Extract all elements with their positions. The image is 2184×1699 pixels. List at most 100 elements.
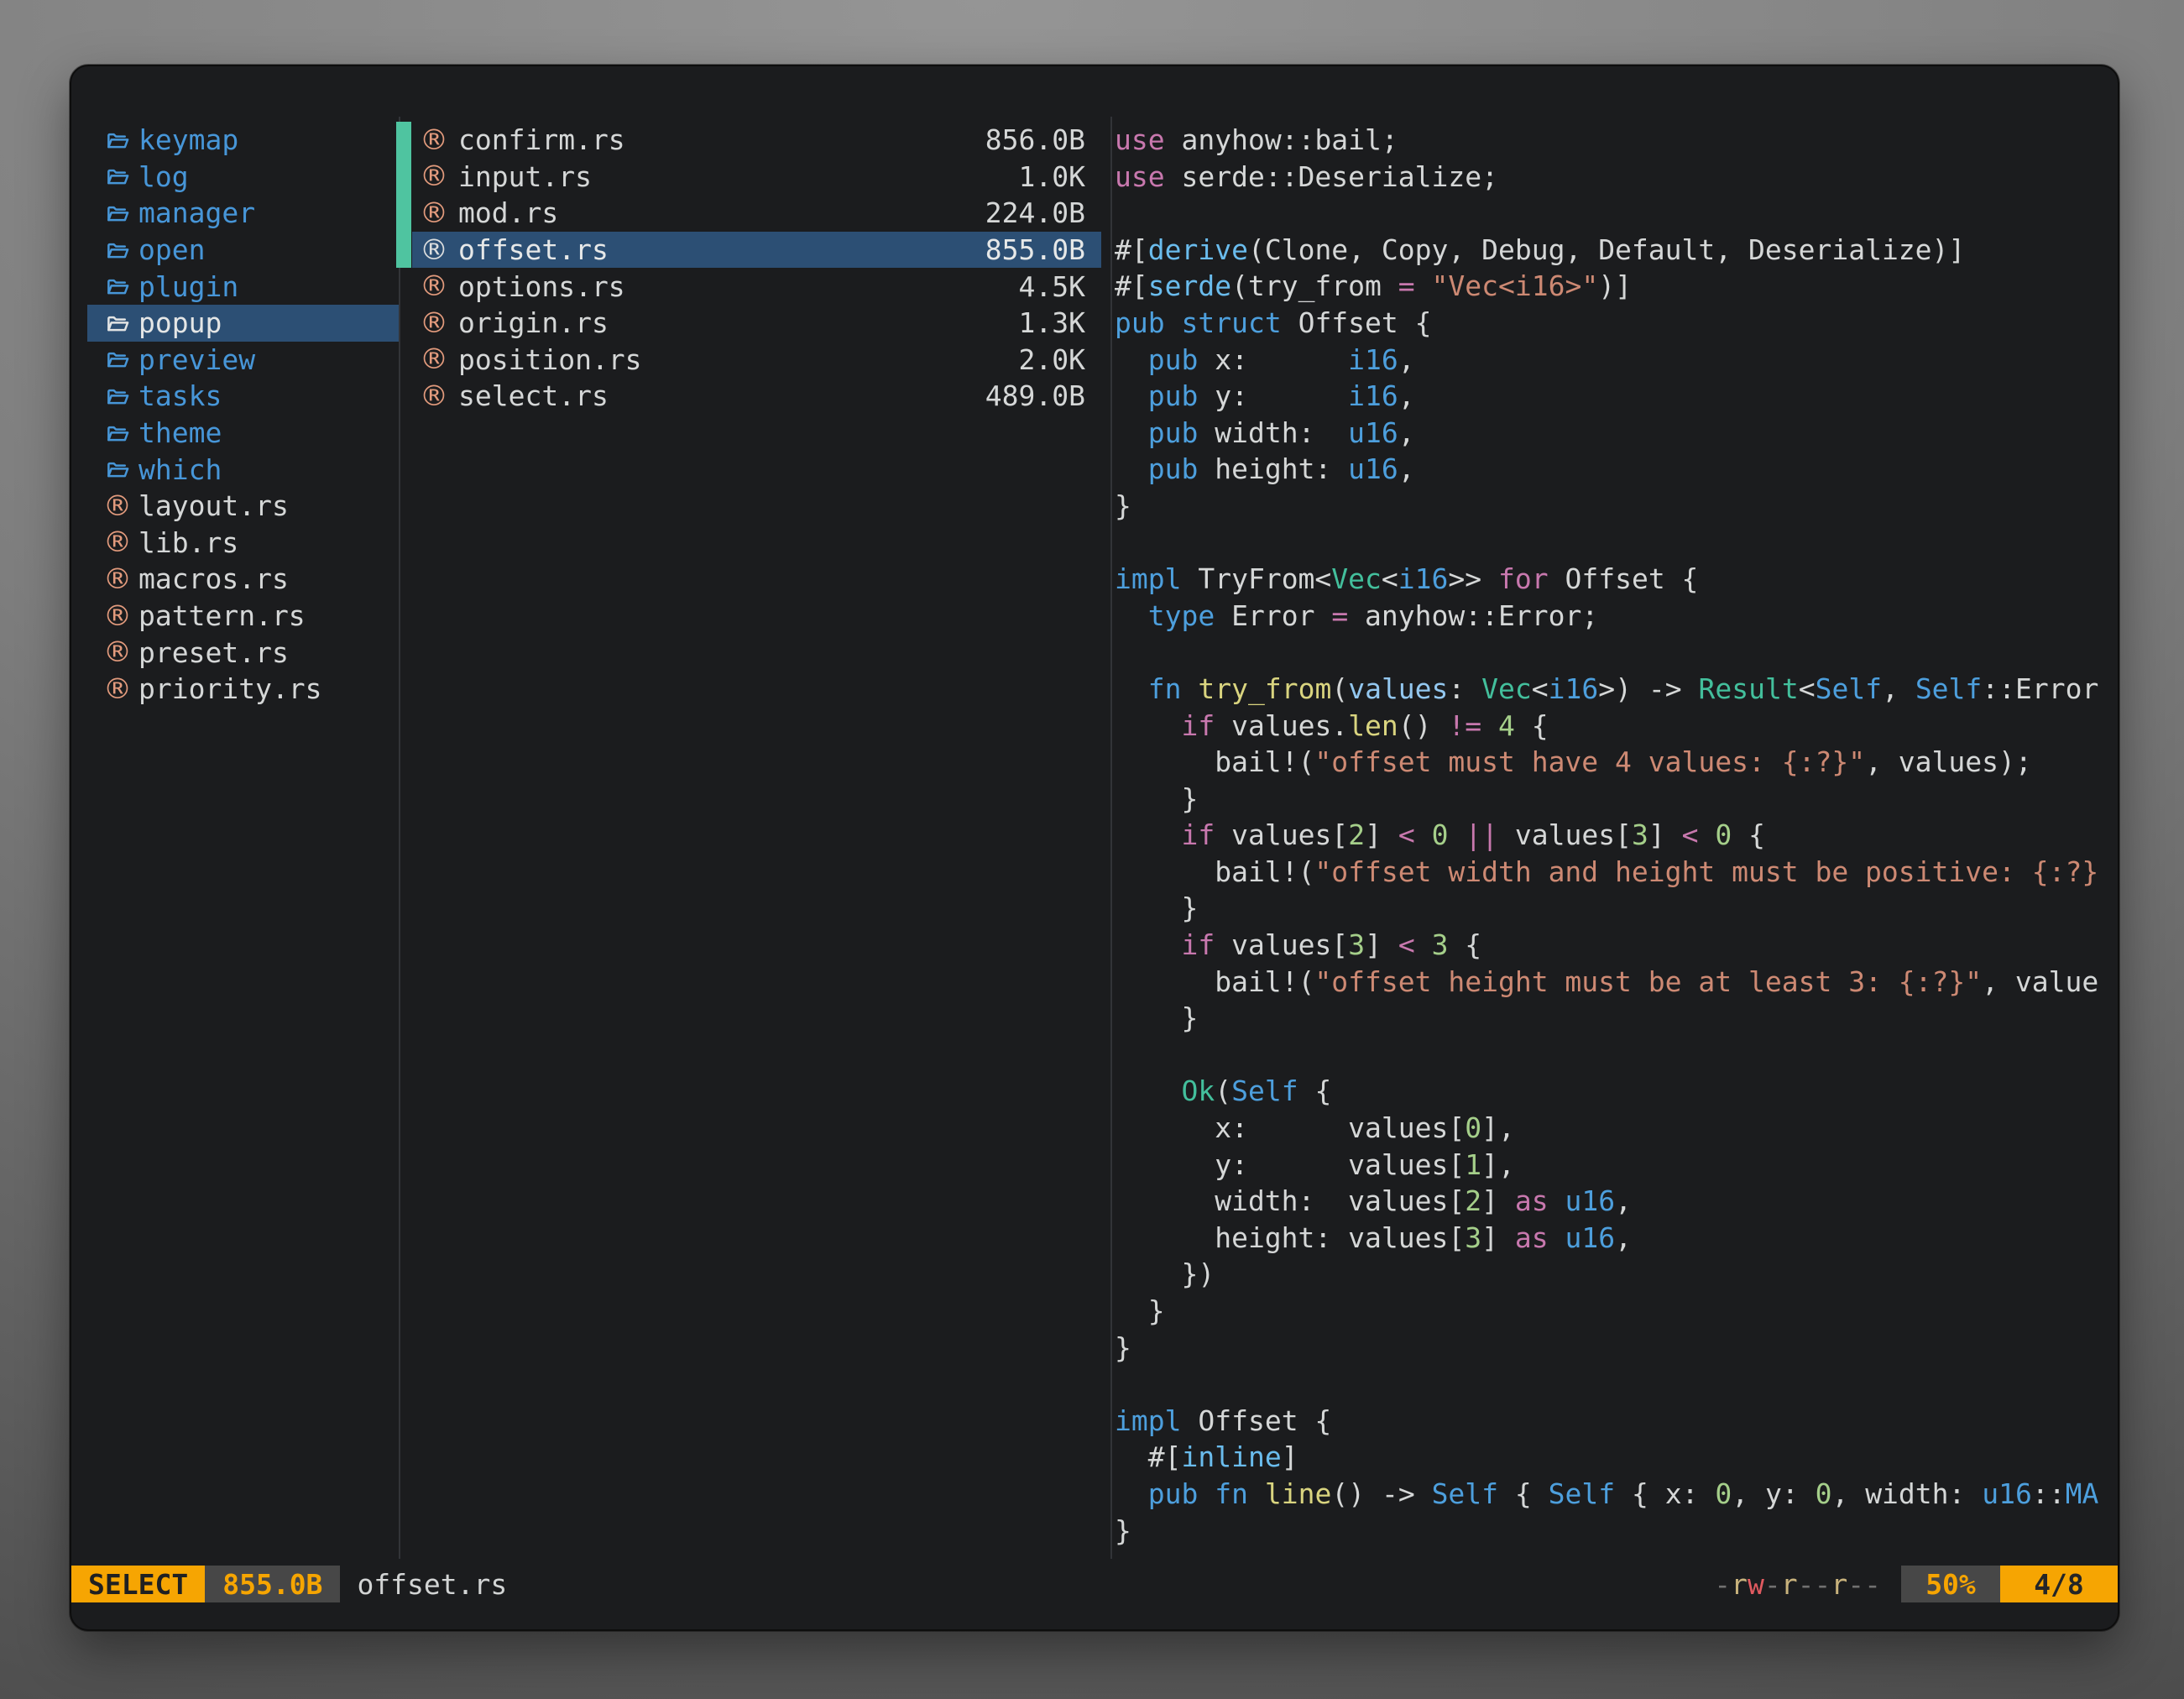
selection-marker xyxy=(396,232,411,269)
dir-item-log[interactable]: log xyxy=(87,159,399,196)
item-label: confirm.rs xyxy=(458,123,625,156)
folder-open-icon xyxy=(105,201,130,226)
file-item-confirm.rs[interactable]: ®confirm.rs856.0B xyxy=(412,122,1101,159)
file-row-wrap: ®origin.rs1.3K xyxy=(396,305,1110,342)
file-item-priority.rs[interactable]: ®priority.rs xyxy=(87,671,399,708)
code-line: } xyxy=(1115,1330,2118,1367)
dir-item-preview[interactable]: preview xyxy=(87,342,399,379)
item-label: layout.rs xyxy=(138,489,289,522)
file-item-position.rs[interactable]: ® position.rs 2.0K xyxy=(412,342,1101,379)
item-label: keymap xyxy=(138,123,238,156)
file-size: 1.3K xyxy=(1019,306,1085,339)
file-item-offset.rs[interactable]: ®offset.rs855.0B xyxy=(412,232,1101,269)
dir-item-manager[interactable]: manager xyxy=(87,195,399,232)
item-label: offset.rs xyxy=(458,233,609,266)
code-line: use serde::Deserialize; xyxy=(1115,159,2118,196)
file-size: 224.0B xyxy=(985,196,1085,229)
rust-file-icon: ® xyxy=(105,567,130,592)
code-preview: use anyhow::bail;use serde::Deserialize;… xyxy=(1115,122,2118,1549)
rust-file-icon: ® xyxy=(105,677,130,702)
code-line: pub struct Offset { xyxy=(1115,305,2118,342)
file-size: 489.0B xyxy=(985,379,1085,412)
selection-marker xyxy=(396,268,411,305)
item-label: select.rs xyxy=(458,379,609,412)
file-size: 4.5K xyxy=(1019,270,1085,303)
code-line xyxy=(1115,195,2118,232)
code-line: type Error = anyhow::Error; xyxy=(1115,598,2118,635)
code-line: } xyxy=(1115,781,2118,818)
selection-marker xyxy=(396,305,411,342)
dir-item-which[interactable]: which xyxy=(87,451,399,488)
file-row-wrap: ® mod.rs 224.0B xyxy=(396,195,1110,232)
rust-file-icon: ® xyxy=(421,311,447,336)
file-item-pattern.rs[interactable]: ®pattern.rs xyxy=(87,598,399,635)
item-label: position.rs xyxy=(458,343,642,376)
rust-file-icon: ® xyxy=(421,201,447,226)
file-item-origin.rs[interactable]: ®origin.rs1.3K xyxy=(412,305,1101,342)
code-line xyxy=(1115,1037,2118,1074)
rust-file-icon: ® xyxy=(105,494,130,519)
code-line: } xyxy=(1115,1513,2118,1550)
code-line xyxy=(1115,634,2118,671)
code-line: Ok(Self { xyxy=(1115,1073,2118,1110)
code-line: x: values[0], xyxy=(1115,1110,2118,1147)
file-row-wrap: ®input.rs1.0K xyxy=(396,159,1110,196)
code-line: } xyxy=(1115,1293,2118,1330)
status-left-group: SELECT 855.0B offset.rs xyxy=(71,1566,507,1602)
rust-file-icon: ® xyxy=(421,384,447,409)
file-row-wrap: ® select.rs 489.0B xyxy=(396,378,1110,415)
item-label: popup xyxy=(138,306,222,339)
status-right-group: -rw-r--r-- 50% 4/8 xyxy=(1714,1566,2118,1602)
item-label: log xyxy=(138,160,189,193)
file-size: 855.0B xyxy=(985,233,1085,266)
file-item-input.rs[interactable]: ®input.rs1.0K xyxy=(412,159,1101,196)
folder-open-icon xyxy=(105,274,130,299)
code-line: #[serde(try_from = "Vec<i16>")] xyxy=(1115,268,2118,305)
cursor-position-chip: 4/8 xyxy=(2000,1566,2118,1602)
selection-marker xyxy=(396,342,411,379)
selection-marker xyxy=(396,195,411,232)
dir-item-keymap[interactable]: keymap xyxy=(87,122,399,159)
item-label: mod.rs xyxy=(458,196,558,229)
folder-open-icon xyxy=(105,311,130,336)
file-row-wrap: ® position.rs 2.0K xyxy=(396,342,1110,379)
item-label: which xyxy=(138,453,222,486)
code-line: #[derive(Clone, Copy, Debug, Default, De… xyxy=(1115,232,2118,269)
code-line: width: values[2] as u16, xyxy=(1115,1183,2118,1220)
item-label: preset.rs xyxy=(138,636,289,669)
current-pane: ® confirm.rs 856.0B®input.rs1.0K ® mod.rs 224… xyxy=(396,122,1110,1549)
file-item-mod.rs[interactable]: ® mod.rs 224.0B xyxy=(412,195,1101,232)
folder-open-icon xyxy=(105,128,130,153)
folder-open-icon xyxy=(105,347,130,372)
code-line: bail!("offset height must be at least 3:… xyxy=(1115,964,2118,1001)
code-line: use anyhow::bail; xyxy=(1115,122,2118,159)
pane-divider-right xyxy=(1110,117,1112,1559)
file-size: 2.0K xyxy=(1019,343,1085,376)
file-size: 856.0B xyxy=(985,123,1085,156)
item-label: open xyxy=(138,233,205,266)
file-item-lib.rs[interactable]: ®lib.rs xyxy=(87,525,399,562)
code-line: } xyxy=(1115,1000,2118,1037)
code-line: y: values[1], xyxy=(1115,1147,2118,1184)
code-line: impl TryFrom<Vec<i16>> for Offset { xyxy=(1115,561,2118,598)
rust-file-icon: ® xyxy=(421,347,447,372)
item-label: pattern.rs xyxy=(138,599,306,632)
dir-item-theme[interactable]: theme xyxy=(87,415,399,452)
selection-marker xyxy=(396,159,411,196)
dir-item-popup[interactable]: popup xyxy=(87,305,399,342)
code-line: bail!("offset width and height must be p… xyxy=(1115,854,2118,891)
dir-item-open[interactable]: open xyxy=(87,232,399,269)
selection-marker xyxy=(396,378,411,415)
file-item-layout.rs[interactable]: ® layout.rs xyxy=(87,488,399,525)
file-row-wrap: ®confirm.rs856.0B xyxy=(396,122,1110,159)
rust-file-icon: ® xyxy=(105,640,130,665)
file-item-select.rs[interactable]: ® select.rs 489.0B xyxy=(412,378,1101,415)
dir-item-plugin[interactable]: plugin xyxy=(87,268,399,305)
dir-item-tasks[interactable]: tasks xyxy=(87,378,399,415)
item-label: options.rs xyxy=(458,270,625,303)
file-size-chip: 855.0B xyxy=(205,1566,340,1602)
file-item-macros.rs[interactable]: ®macros.rs xyxy=(87,561,399,598)
file-item-options.rs[interactable]: ®options.rs4.5K xyxy=(412,268,1101,305)
file-item-preset.rs[interactable]: ® preset.rs xyxy=(87,634,399,671)
code-line: pub fn line() -> Self { Self { x: 0, y: … xyxy=(1115,1476,2118,1513)
